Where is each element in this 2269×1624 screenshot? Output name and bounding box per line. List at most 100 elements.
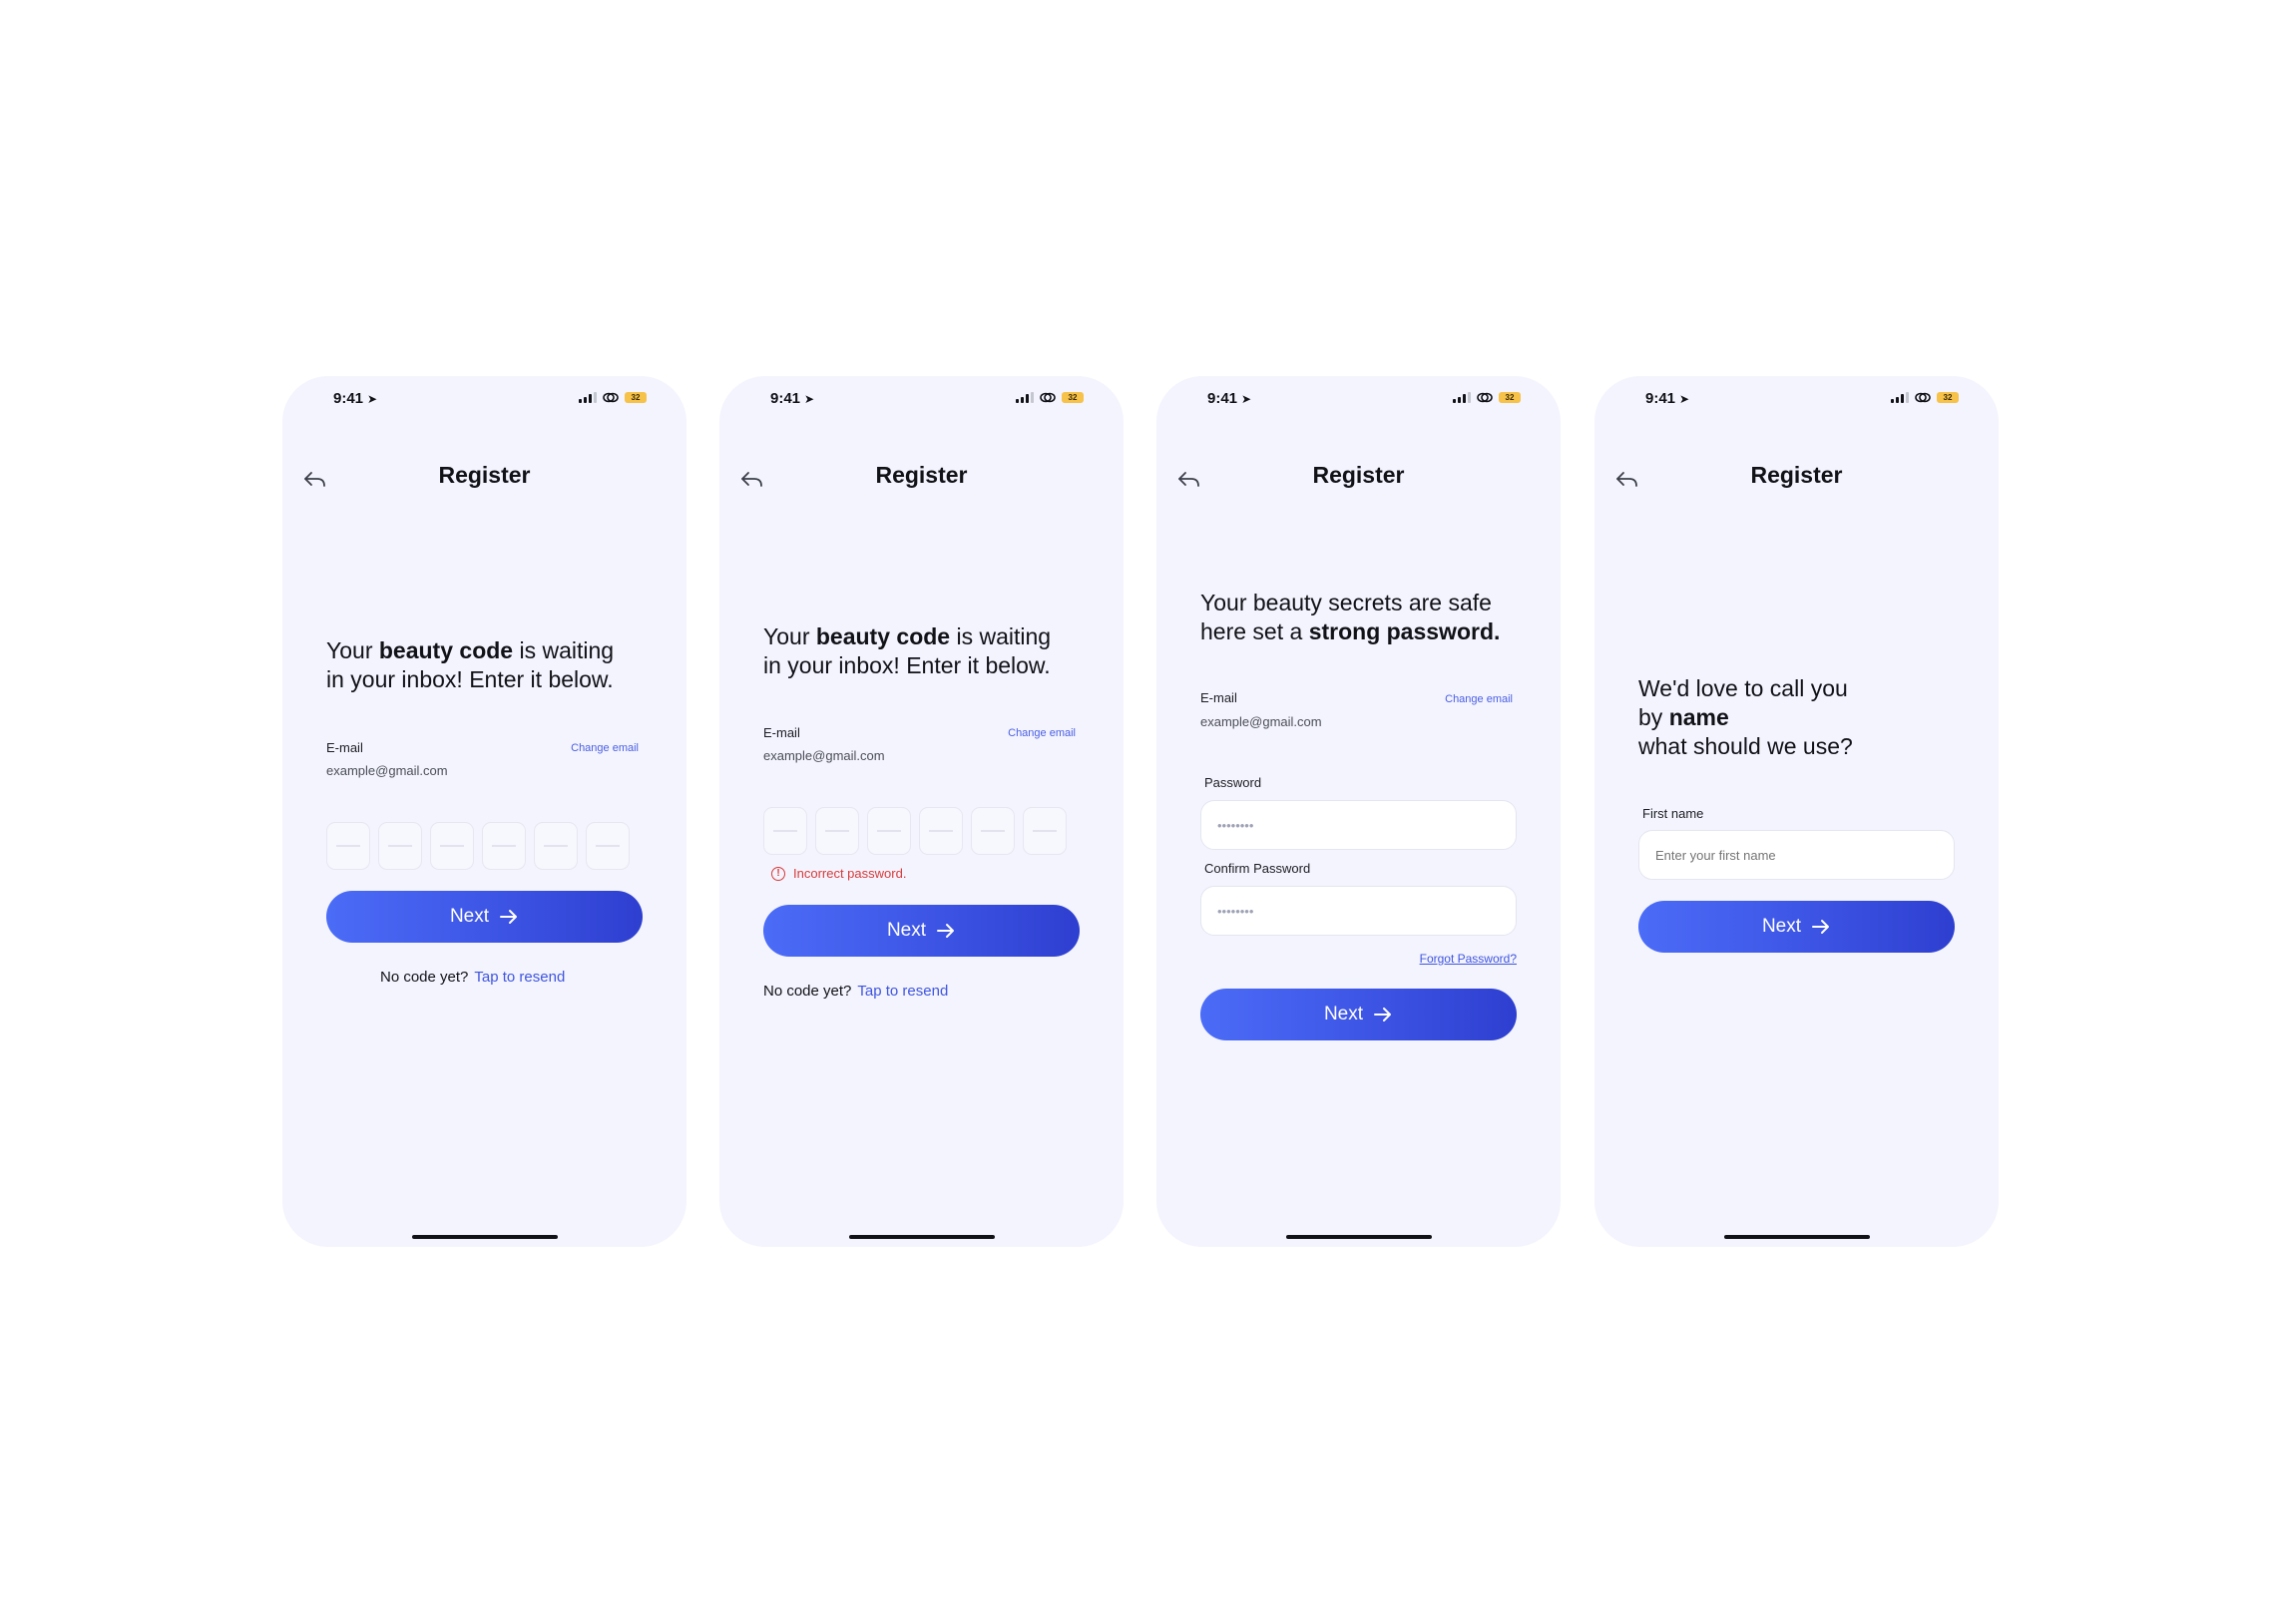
code-digit-input[interactable]: [919, 807, 963, 855]
forgot-password-link[interactable]: Forgot Password?: [1420, 952, 1517, 966]
status-bar: 9:41 ➤ 32: [1207, 390, 1521, 416]
page-title: Register: [1312, 462, 1405, 488]
status-bar: 9:41 ➤ 32: [770, 390, 1084, 416]
headline-bold: beauty code: [378, 637, 514, 663]
location-arrow-icon: ➤: [367, 392, 378, 406]
battery-icon: 32: [1062, 392, 1084, 403]
arrow-right-icon: [937, 924, 955, 938]
headline-text: by: [1638, 704, 1669, 730]
headline: Your beauty code is waiting in your inbo…: [326, 636, 614, 694]
headline-text: is waiting: [950, 623, 1052, 649]
status-time: 9:41 ➤: [1207, 390, 1252, 407]
headline-bold: beauty code: [815, 623, 951, 649]
code-digit-input[interactable]: [378, 822, 422, 870]
resend-text: No code yet?: [763, 983, 852, 1000]
next-button[interactable]: Next: [1638, 901, 1955, 953]
headline: Your beauty secrets are safe here set a …: [1200, 589, 1500, 646]
confirm-password-field[interactable]: ••••••••: [1200, 886, 1517, 936]
headline: Your beauty code is waiting in your inbo…: [763, 622, 1051, 680]
status-time: 9:41 ➤: [333, 390, 378, 407]
code-digit-input[interactable]: [586, 822, 630, 870]
home-indicator: [848, 1235, 995, 1239]
page-title: Register: [1750, 462, 1843, 488]
headline-text: is waiting: [513, 637, 615, 663]
headline-text: Your beauty secrets are safe: [1200, 590, 1492, 615]
first-name-input[interactable]: [1638, 830, 1955, 880]
code-digit-input[interactable]: [430, 822, 474, 870]
code-digit-input[interactable]: [763, 807, 807, 855]
code-digit-input[interactable]: [1023, 807, 1067, 855]
headline-text: in your inbox! Enter it below.: [326, 666, 614, 692]
link-icon: [1040, 392, 1056, 403]
status-icons: 32: [1016, 392, 1084, 403]
change-email-link[interactable]: Change email: [1008, 727, 1076, 739]
location-arrow-icon: ➤: [1241, 392, 1252, 406]
email-value: example@gmail.com: [326, 763, 448, 778]
phone-screen-verify-code: 9:41 ➤ 32 Register Your beauty code is wa…: [282, 376, 686, 1247]
email-label: E-mail: [763, 725, 800, 740]
link-icon: [603, 392, 619, 403]
home-indicator: [411, 1235, 558, 1239]
email-label: E-mail: [1200, 690, 1237, 705]
status-icons: 32: [1891, 392, 1959, 403]
status-time: 9:41 ➤: [1645, 390, 1690, 407]
headline-bold: strong password.: [1308, 618, 1501, 644]
password-label: Password: [1204, 775, 1262, 790]
next-label: Next: [886, 920, 927, 941]
headline-text: Your: [326, 637, 379, 663]
headline-text: in your inbox! Enter it below.: [763, 652, 1051, 678]
email-value: example@gmail.com: [1200, 714, 1322, 729]
resend-link[interactable]: Tap to resend: [857, 983, 948, 1000]
phone-screen-set-password: 9:41 ➤ 32 Register Your beauty secrets ar…: [1156, 376, 1561, 1247]
code-digit-input[interactable]: [815, 807, 859, 855]
location-arrow-icon: ➤: [804, 392, 815, 406]
confirm-password-label: Confirm Password: [1204, 861, 1311, 876]
code-digit-input[interactable]: [971, 807, 1015, 855]
next-label: Next: [1761, 916, 1802, 937]
headline-text: Your: [763, 623, 816, 649]
code-input-row: [763, 807, 1067, 855]
signal-icon: [1016, 392, 1034, 403]
code-digit-input[interactable]: [534, 822, 578, 870]
arrow-right-icon: [1374, 1008, 1392, 1021]
headline-text: what should we use?: [1638, 733, 1853, 759]
code-digit-input[interactable]: [326, 822, 370, 870]
page-title: Register: [875, 462, 968, 488]
email-label: E-mail: [326, 740, 363, 755]
link-icon: [1915, 392, 1931, 403]
link-icon: [1477, 392, 1493, 403]
headline-text: here set a: [1200, 618, 1309, 644]
code-digit-input[interactable]: [482, 822, 526, 870]
battery-icon: 32: [625, 392, 647, 403]
battery-icon: 32: [1499, 392, 1521, 403]
phone-screen-first-name: 9:41 ➤ 32 Register We'd love to call you …: [1594, 376, 1999, 1247]
password-field[interactable]: ••••••••: [1200, 800, 1517, 850]
next-button[interactable]: Next: [326, 891, 643, 943]
resend-link[interactable]: Tap to resend: [474, 969, 565, 986]
page-title: Register: [438, 462, 531, 488]
headline-text: We'd love to call you: [1638, 675, 1848, 701]
status-icons: 32: [1453, 392, 1521, 403]
next-label: Next: [1323, 1004, 1364, 1024]
code-digit-input[interactable]: [867, 807, 911, 855]
home-indicator: [1723, 1235, 1870, 1239]
home-indicator: [1285, 1235, 1432, 1239]
headline: We'd love to call you by name what shoul…: [1638, 674, 1853, 761]
signal-icon: [1891, 392, 1909, 403]
change-email-link[interactable]: Change email: [571, 742, 639, 754]
resend-text: No code yet?: [380, 969, 469, 986]
error-message: ! Incorrect password.: [771, 866, 906, 881]
arrow-right-icon: [500, 910, 518, 924]
battery-icon: 32: [1937, 392, 1959, 403]
email-value: example@gmail.com: [763, 748, 885, 763]
first-name-label: First name: [1642, 806, 1704, 821]
next-button[interactable]: Next: [763, 905, 1080, 957]
resend-row: No code yet? Tap to resend: [763, 983, 948, 1000]
alert-circle-icon: !: [771, 866, 785, 881]
error-text: Incorrect password.: [793, 866, 907, 881]
code-input-row: [326, 822, 630, 870]
headline-bold: name: [1668, 704, 1729, 730]
location-arrow-icon: ➤: [1679, 392, 1690, 406]
change-email-link[interactable]: Change email: [1445, 693, 1513, 705]
next-button[interactable]: Next: [1200, 989, 1517, 1040]
